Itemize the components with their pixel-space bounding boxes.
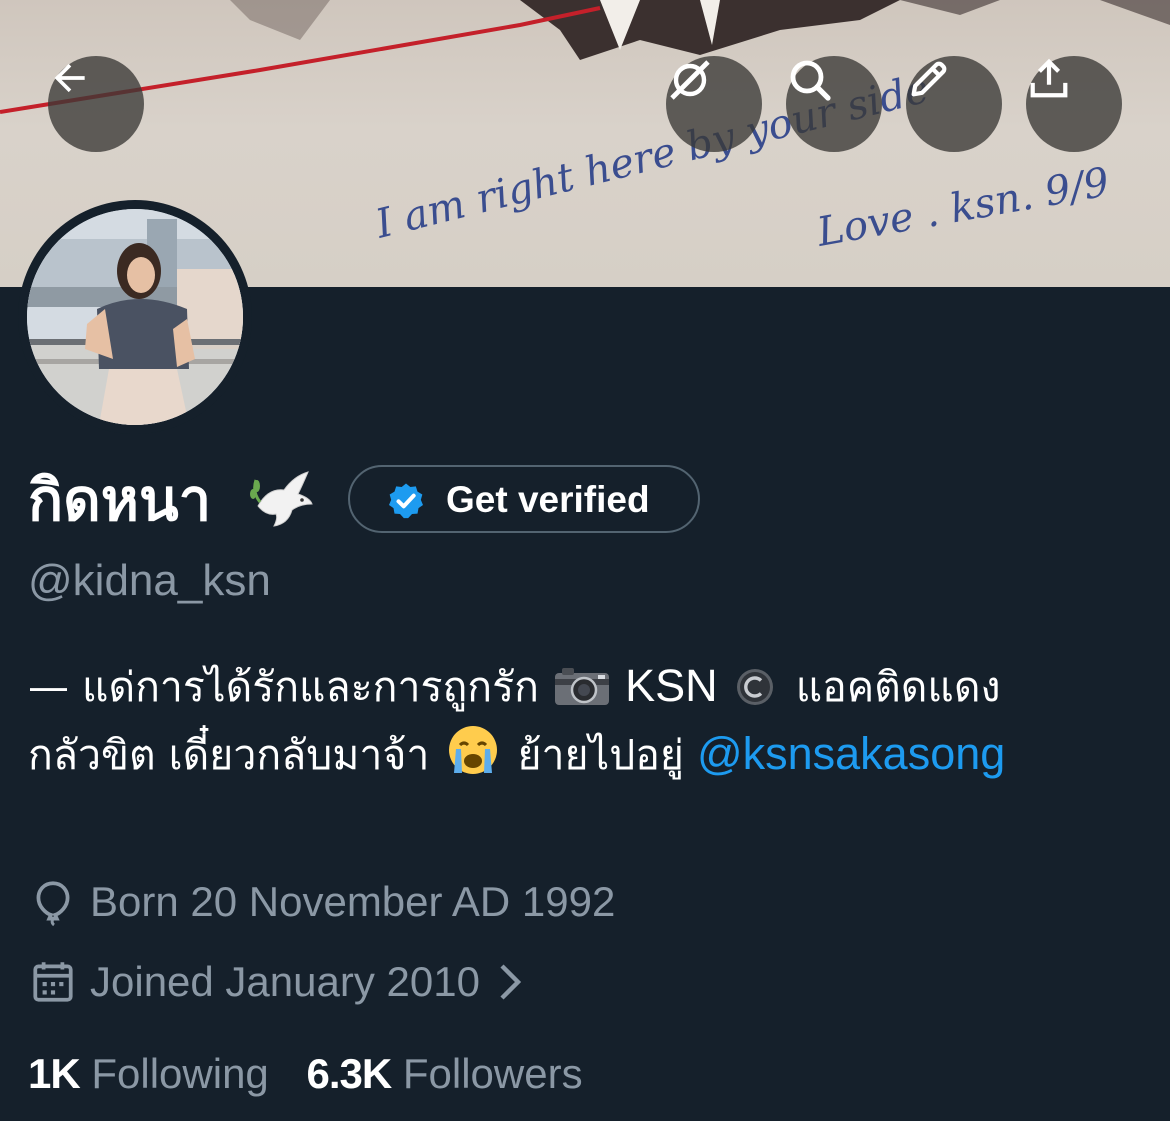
- following-label: Following: [91, 1050, 269, 1097]
- follow-stats: 1K Following 6.3K Followers: [28, 1044, 583, 1104]
- arrow-left-icon: [54, 63, 85, 93]
- joined-row[interactable]: Joined January 2010: [28, 954, 524, 1010]
- bio-mention-link[interactable]: @ksnsakasong: [697, 728, 1005, 779]
- get-verified-label: Get verified: [446, 479, 650, 520]
- dove-icon: [250, 471, 313, 527]
- bio-text-4: กลัวขิต เดี๋ยวกลับมาจ้า: [28, 731, 430, 779]
- bio-line-1: — แด่การได้รักและการถูกรัก KSN แอคติดแดง: [28, 652, 1158, 720]
- bio-text-1: — แด่การได้รักและการถูกรัก: [28, 663, 539, 711]
- following-count: 1K: [28, 1050, 81, 1097]
- following-link[interactable]: 1K Following: [28, 1044, 269, 1104]
- grok-icon: [670, 60, 710, 100]
- bio-text-5: ย้ายไปอยู่: [517, 731, 684, 779]
- back-button[interactable]: [48, 56, 144, 152]
- joined-text: Joined January 2010: [90, 958, 480, 1005]
- search-button[interactable]: [786, 56, 882, 152]
- bio-text-3: แอคติดแดง: [795, 663, 1001, 711]
- calendar-icon: [28, 957, 78, 1007]
- birthday-row: Born 20 November AD 1992: [28, 874, 615, 930]
- grok-button[interactable]: [666, 56, 762, 152]
- birthday-text: Born 20 November AD 1992: [90, 878, 616, 925]
- edit-button[interactable]: [906, 56, 1002, 152]
- crying-face-icon: [449, 726, 498, 774]
- bio-line-2: กลัวขิต เดี๋ยวกลับมาจ้า ย้ายไปอยู่ @ksns…: [28, 720, 1158, 788]
- avatar[interactable]: [27, 209, 243, 425]
- bio-text-2: KSN: [625, 660, 718, 711]
- profile-handle: @kidna_ksn: [28, 556, 271, 605]
- share-button[interactable]: [1026, 56, 1122, 152]
- followers-label: Followers: [402, 1050, 583, 1097]
- profile-bio: — แด่การได้รักและการถูกรัก KSN แอคติดแดง…: [28, 652, 1158, 788]
- followers-count: 6.3K: [306, 1050, 392, 1097]
- share-icon: [1030, 58, 1068, 98]
- balloon-icon: [28, 877, 78, 927]
- banner-handwriting-2: Love . ksn. 9/9: [813, 159, 1113, 256]
- profile-page: I am right here by your side Love . ksn.…: [0, 0, 1170, 1121]
- edit-icon: [911, 61, 947, 97]
- copyright-icon: [736, 669, 773, 705]
- camera-emoji-icon: [555, 668, 610, 705]
- verified-badge-icon: [389, 483, 423, 519]
- followers-link[interactable]: 6.3K Followers: [306, 1044, 582, 1104]
- get-verified-button[interactable]: Get verified: [348, 465, 700, 533]
- display-name: กิดหนา: [28, 466, 212, 534]
- chevron-right-icon: [496, 962, 524, 1002]
- search-icon: [790, 60, 831, 101]
- avatar-photo: [27, 209, 243, 425]
